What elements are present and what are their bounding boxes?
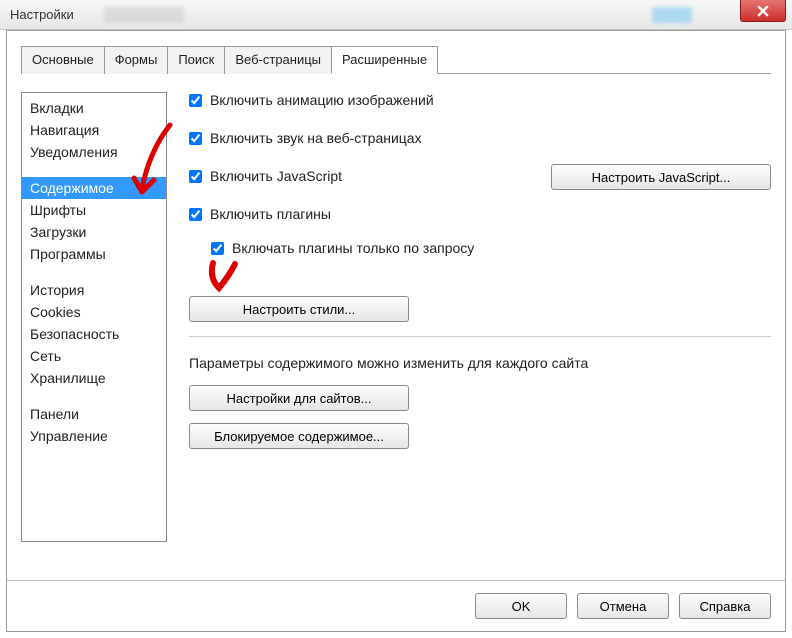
sidebar-item-навигация[interactable]: Навигация: [22, 119, 166, 141]
enable-image-animation-label: Включить анимацию изображений: [210, 92, 434, 108]
plugins-on-demand-label: Включать плагины только по запросу: [232, 240, 474, 256]
tab-поиск[interactable]: Поиск: [167, 46, 225, 74]
settings-dialog: ОсновныеФормыПоискВеб-страницыРасширенны…: [6, 30, 786, 632]
blurred-text: [104, 7, 184, 23]
sidebar-divider: [22, 265, 166, 279]
enable-plugins-checkbox[interactable]: [189, 208, 202, 221]
window-title: Настройки: [10, 7, 74, 22]
site-settings-button[interactable]: Настройки для сайтов...: [189, 385, 409, 411]
tab-основные[interactable]: Основные: [21, 46, 105, 74]
help-button[interactable]: Справка: [679, 593, 771, 619]
enable-plugins-label: Включить плагины: [210, 206, 331, 222]
sidebar-item-панели[interactable]: Панели: [22, 403, 166, 425]
tab-расширенные[interactable]: Расширенные: [331, 46, 438, 74]
category-list: ВкладкиНавигацияУведомления СодержимоеШри…: [21, 92, 167, 542]
enable-javascript-label: Включить JavaScript: [210, 168, 342, 184]
blurred-indicator: [652, 7, 692, 23]
cancel-button[interactable]: Отмена: [577, 593, 669, 619]
sidebar-item-управление[interactable]: Управление: [22, 425, 166, 447]
enable-sound-label: Включить звук на веб-страницах: [210, 130, 422, 146]
sidebar-divider: [22, 163, 166, 177]
titlebar: Настройки: [0, 0, 792, 30]
sidebar-item-содержимое[interactable]: Содержимое: [22, 177, 166, 199]
content-pane: Включить анимацию изображений Включить з…: [189, 92, 771, 580]
enable-sound-checkbox[interactable]: [189, 132, 202, 145]
tab-формы[interactable]: Формы: [104, 46, 169, 74]
dialog-footer: OK Отмена Справка: [7, 580, 785, 631]
sidebar-item-история[interactable]: История: [22, 279, 166, 301]
ok-button[interactable]: OK: [475, 593, 567, 619]
per-site-settings-text: Параметры содержимого можно изменить для…: [189, 355, 771, 371]
javascript-settings-button[interactable]: Настроить JavaScript...: [551, 164, 771, 190]
divider: [189, 336, 771, 337]
sidebar-item-хранилище[interactable]: Хранилище: [22, 367, 166, 389]
sidebar-item-уведомления[interactable]: Уведомления: [22, 141, 166, 163]
sidebar-item-сеть[interactable]: Сеть: [22, 345, 166, 367]
configure-styles-button[interactable]: Настроить стили...: [189, 296, 409, 322]
plugins-on-demand-checkbox[interactable]: [211, 242, 224, 255]
sidebar-item-программы[interactable]: Программы: [22, 243, 166, 265]
sidebar-item-cookies[interactable]: Cookies: [22, 301, 166, 323]
tab-bar: ОсновныеФормыПоискВеб-страницыРасширенны…: [21, 45, 771, 74]
sidebar-item-загрузки[interactable]: Загрузки: [22, 221, 166, 243]
close-button[interactable]: [740, 0, 786, 22]
tab-веб-страницы[interactable]: Веб-страницы: [224, 46, 332, 74]
close-icon: [757, 5, 769, 17]
sidebar-item-безопасность[interactable]: Безопасность: [22, 323, 166, 345]
sidebar-item-шрифты[interactable]: Шрифты: [22, 199, 166, 221]
enable-image-animation-checkbox[interactable]: [189, 94, 202, 107]
sidebar-item-вкладки[interactable]: Вкладки: [22, 97, 166, 119]
sidebar-divider: [22, 389, 166, 403]
blocked-content-button[interactable]: Блокируемое содержимое...: [189, 423, 409, 449]
enable-javascript-checkbox[interactable]: [189, 170, 202, 183]
